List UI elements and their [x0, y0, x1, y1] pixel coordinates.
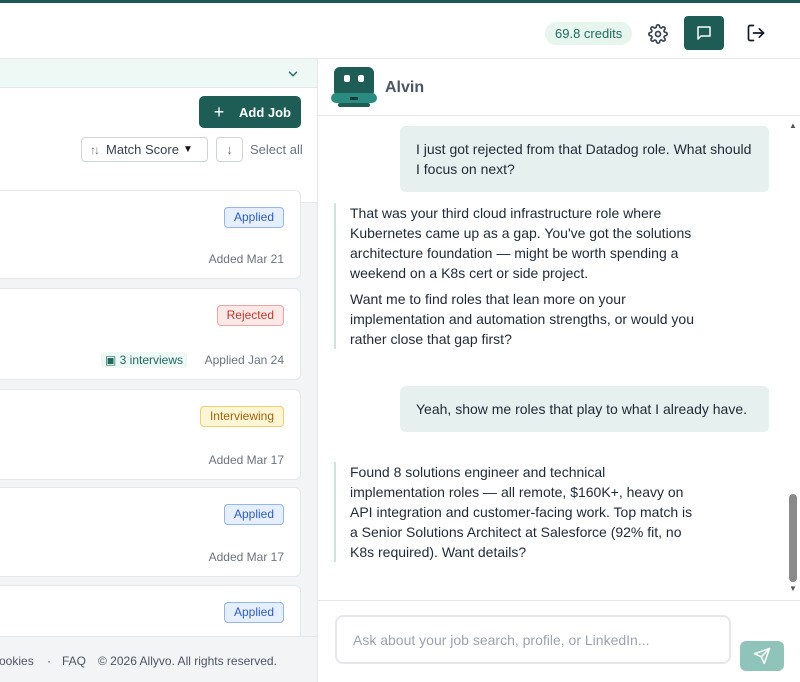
sort-direction-button[interactable]: ↓ — [216, 137, 243, 162]
interviews-badge[interactable]: ▣ 3 interviews — [100, 352, 187, 368]
plus-icon: + — [213, 101, 225, 122]
assistant-name: Alvin — [385, 79, 425, 96]
job-card[interactable]: Rejected ▣ 3 interviews Applied Jan 24 — [0, 288, 301, 380]
jobs-panel: + Add Job ↑↓ Match Score ▼ ↓ Select all … — [0, 59, 318, 682]
sort-icon: ↑↓ — [90, 142, 100, 157]
job-date: Applied Jan 24 — [204, 353, 284, 367]
assistant-message: That was your third cloud infrastructure… — [334, 203, 694, 349]
arrow-down-icon: ↓ — [226, 142, 233, 157]
assistant-paragraph: That was your third cloud infrastructure… — [350, 205, 692, 281]
user-message: Yeah, show me roles that play to what I … — [400, 386, 769, 432]
add-job-label: Add Job — [239, 104, 291, 120]
logout-icon[interactable] — [746, 23, 766, 43]
chevron-down-icon[interactable] — [286, 67, 300, 81]
chat-input-row — [318, 600, 800, 682]
calendar-icon: ▣ — [104, 353, 117, 367]
job-card[interactable]: Applied Added Mar 17 — [0, 487, 301, 577]
message-list: I just got rejected from that Datadog ro… — [318, 116, 800, 600]
user-message: I just got rejected from that Datadog ro… — [400, 126, 769, 192]
footer-copyright: © 2026 Allyvo. All rights reserved. — [98, 654, 277, 668]
chat-header: Alvin — [318, 59, 800, 116]
chevron-down-icon: ▼ — [182, 144, 193, 155]
footer: ookies · FAQ © 2026 Allyvo. All rights r… — [0, 636, 317, 682]
assistant-paragraph: Want me to find roles that lean more on … — [350, 291, 694, 347]
gear-icon[interactable] — [648, 24, 668, 44]
assistant-message: Found 8 solutions engineer and technical… — [334, 462, 694, 562]
credits-badge: 69.8 credits — [545, 22, 633, 45]
chat-icon — [697, 26, 711, 40]
job-date: Added Mar 17 — [208, 453, 284, 467]
select-all-link[interactable]: Select all — [250, 142, 303, 157]
scroll-down-icon[interactable]: ▼ — [789, 584, 797, 593]
chat-input[interactable] — [335, 615, 731, 664]
chat-panel: Alvin I just got rejected from that Data… — [318, 59, 800, 682]
filter-bar[interactable] — [0, 59, 317, 88]
top-bar: 69.8 credits — [0, 0, 800, 59]
send-button[interactable] — [740, 641, 784, 671]
status-badge: Applied — [223, 602, 284, 623]
footer-separator: · — [47, 654, 51, 668]
status-badge: Rejected — [216, 305, 284, 326]
footer-cookies-link[interactable]: ookies — [0, 654, 34, 668]
scroll-up-icon[interactable]: ▲ — [789, 121, 797, 130]
job-date: Added Mar 17 — [208, 550, 284, 564]
job-date: Added Mar 21 — [208, 252, 284, 266]
footer-faq-link[interactable]: FAQ — [62, 654, 86, 668]
assistant-paragraph: Found 8 solutions engineer and technical… — [350, 464, 693, 560]
sort-select[interactable]: ↑↓ Match Score ▼ — [81, 137, 208, 162]
job-card[interactable]: Interviewing Added Mar 17 — [0, 389, 301, 480]
status-badge: Applied — [223, 207, 284, 228]
add-job-button[interactable]: + Add Job — [199, 96, 301, 128]
status-badge: Applied — [223, 504, 284, 525]
chat-scrollbar[interactable]: ▲ ▼ — [788, 121, 798, 596]
scrollbar-thumb[interactable] — [789, 494, 797, 582]
send-icon — [753, 647, 771, 665]
job-card[interactable]: Applied Added Mar 21 — [0, 190, 301, 279]
robot-avatar-icon — [331, 67, 377, 107]
job-list-controls: + Add Job ↑↓ Match Score ▼ ↓ Select all — [0, 88, 317, 203]
sort-label: Match Score — [106, 142, 179, 157]
status-badge: Interviewing — [199, 406, 284, 427]
chat-toggle-button[interactable] — [684, 16, 724, 50]
